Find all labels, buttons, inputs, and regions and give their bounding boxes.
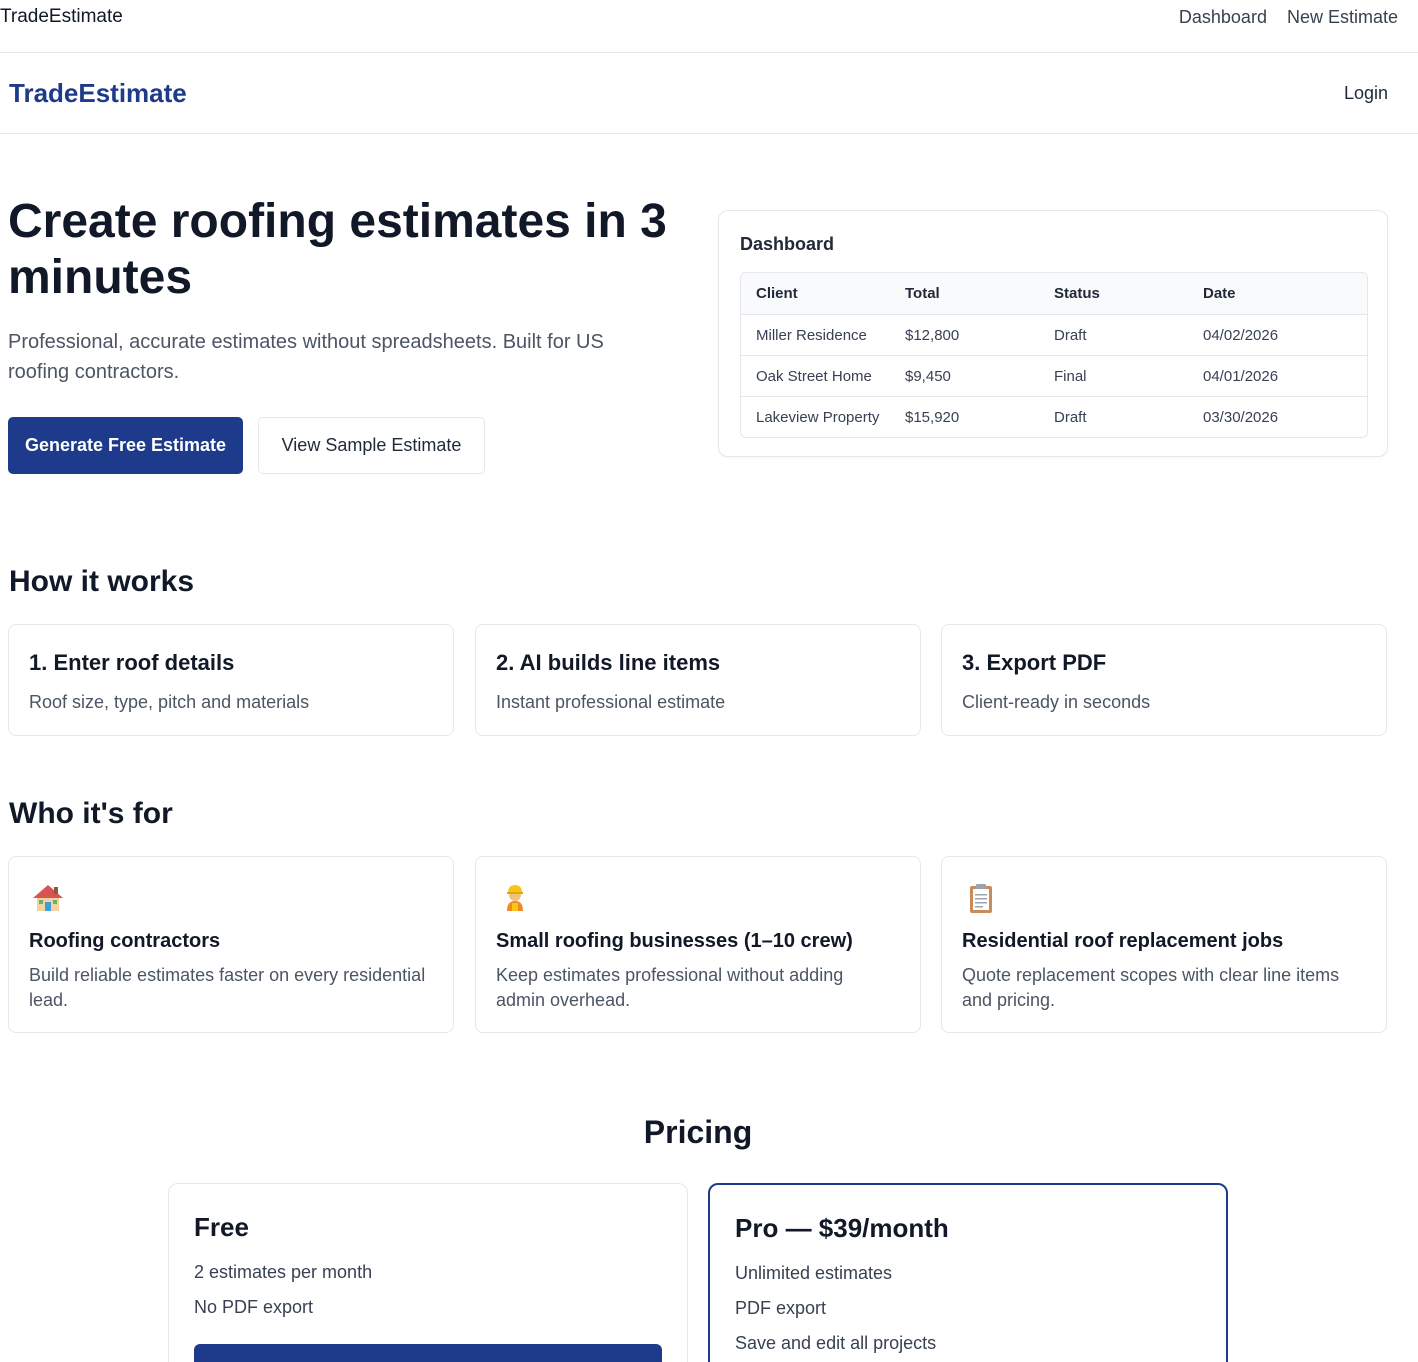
audience-card: Roofing contractors Build reliable estim… xyxy=(8,856,454,1033)
audience-title: Small roofing businesses (1–10 crew) xyxy=(496,930,853,952)
nav-link-new-estimate[interactable]: New Estimate xyxy=(1287,7,1398,28)
audience-description: Keep estimates professional without addi… xyxy=(496,965,844,1010)
table-row: Oak Street Home $9,450 Final 04/01/2026 xyxy=(741,355,1367,396)
step-card: 2. AI builds line items Instant professi… xyxy=(475,624,921,736)
cell-client: Oak Street Home xyxy=(756,367,872,385)
column-header-client: Client xyxy=(756,285,798,302)
cell-total: $15,920 xyxy=(905,408,960,426)
plan-feature: PDF export xyxy=(735,1298,827,1318)
top-app-bar: TradeEstimate Dashboard New Estimate xyxy=(0,0,1418,53)
cell-total: $9,450 xyxy=(905,367,951,385)
cell-date: 04/01/2026 xyxy=(1203,367,1279,385)
hero-title: Create roofing estimates in 3 minutes xyxy=(8,195,667,304)
step-card: 3. Export PDF Client-ready in seconds xyxy=(941,624,1387,736)
login-link[interactable]: Login xyxy=(1344,83,1388,104)
dashboard-preview-title: Dashboard xyxy=(740,234,835,254)
table-row: Lakeview Property $15,920 Draft 03/30/20… xyxy=(741,396,1367,437)
free-plan-button[interactable] xyxy=(194,1344,662,1362)
cell-status: Final xyxy=(1054,367,1087,385)
who-its-for-title: Who it's for xyxy=(9,797,173,830)
how-it-works-title: How it works xyxy=(9,565,195,598)
view-sample-estimate-button[interactable]: View Sample Estimate xyxy=(258,417,485,474)
step-description: Roof size, type, pitch and materials xyxy=(29,692,310,712)
audience-card: Small roofing businesses (1–10 crew) Kee… xyxy=(475,856,921,1033)
app-brand[interactable]: TradeEstimate xyxy=(0,6,123,28)
dashboard-table: Client Total Status Date Miller Residenc… xyxy=(740,272,1368,438)
plan-feature: 2 estimates per month xyxy=(194,1262,373,1282)
top-nav: Dashboard New Estimate xyxy=(1179,7,1398,28)
column-header-status: Status xyxy=(1054,285,1100,302)
plan-feature: No PDF export xyxy=(194,1297,314,1317)
audience-description: Quote replacement scopes with clear line… xyxy=(962,965,1340,1010)
audience-description: Build reliable estimates faster on every… xyxy=(29,965,426,1010)
generate-free-estimate-button[interactable]: Generate Free Estimate xyxy=(8,417,243,474)
plan-title: Pro — $39/month xyxy=(735,1213,949,1243)
cell-status: Draft xyxy=(1054,326,1087,344)
site-header: TradeEstimate Login xyxy=(0,53,1418,134)
pricing-title: Pricing xyxy=(643,1114,753,1150)
step-description: Client-ready in seconds xyxy=(962,692,1151,712)
column-header-date: Date xyxy=(1203,285,1236,302)
step-title: 2. AI builds line items xyxy=(496,650,721,675)
hero-subtitle: Professional, accurate estimates without… xyxy=(8,331,604,383)
cell-date: 03/30/2026 xyxy=(1203,408,1279,426)
cell-client: Miller Residence xyxy=(756,326,867,344)
cell-status: Draft xyxy=(1054,408,1087,426)
site-logo[interactable]: TradeEstimate xyxy=(9,78,187,109)
construction-worker-icon xyxy=(507,885,523,911)
table-row: Miller Residence $12,800 Draft 04/02/202… xyxy=(741,314,1367,355)
table-header-row: Client Total Status Date xyxy=(741,273,1367,314)
pricing-card-pro: Pro — $39/month Unlimited estimates PDF … xyxy=(708,1183,1228,1362)
cell-total: $12,800 xyxy=(905,326,960,344)
house-icon xyxy=(33,885,63,911)
step-title: 1. Enter roof details xyxy=(29,650,235,675)
audience-title: Residential roof replacement jobs xyxy=(962,930,1284,952)
cell-date: 04/02/2026 xyxy=(1203,326,1279,344)
audience-title: Roofing contractors xyxy=(29,930,221,952)
dashboard-preview-card: Dashboard Client Total Status Date Mille… xyxy=(718,210,1388,457)
plan-title: Free xyxy=(194,1212,249,1242)
step-title: 3. Export PDF xyxy=(962,650,1107,675)
plan-feature: Save and edit all projects xyxy=(735,1333,937,1353)
clipboard-icon xyxy=(970,884,992,913)
plan-feature: Unlimited estimates xyxy=(735,1263,893,1283)
column-header-total: Total xyxy=(905,285,940,302)
pricing-card-free: Free 2 estimates per month No PDF export xyxy=(168,1183,688,1362)
step-description: Instant professional estimate xyxy=(496,692,726,712)
nav-link-dashboard[interactable]: Dashboard xyxy=(1179,7,1267,28)
step-card: 1. Enter roof details Roof size, type, p… xyxy=(8,624,454,736)
cell-client: Lakeview Property xyxy=(756,408,880,426)
audience-card: Residential roof replacement jobs Quote … xyxy=(941,856,1387,1033)
